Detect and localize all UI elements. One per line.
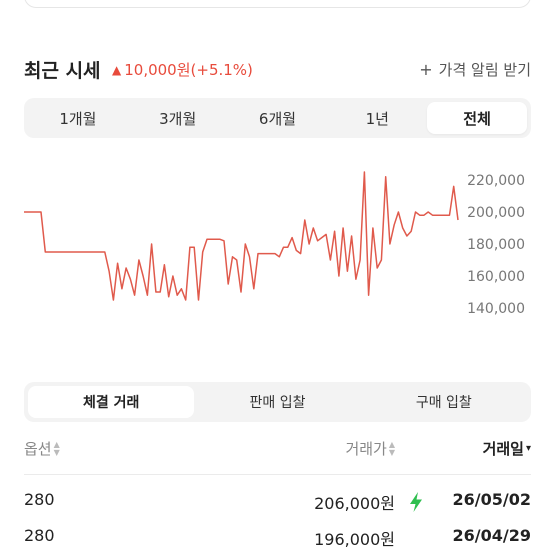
- tab-label: 체결 거래: [82, 395, 140, 411]
- trade-option: 280: [24, 490, 55, 509]
- tab-completed-trades[interactable]: 체결 거래: [28, 386, 195, 418]
- table-divider: [24, 474, 531, 475]
- tab-1-month[interactable]: 1개월: [28, 102, 128, 134]
- recent-price-title: 최근 시세: [24, 60, 101, 82]
- table-row: 280 196,000원 26/04/29: [24, 526, 531, 550]
- column-date-header[interactable]: 거래일 ▾: [483, 438, 531, 459]
- sort-icon: ▲ ▼: [53, 439, 60, 457]
- tab-sell-bids[interactable]: 판매 입찰: [194, 386, 360, 418]
- trade-option: 280: [24, 526, 55, 545]
- tab-all[interactable]: 전체: [427, 102, 527, 134]
- column-option-header[interactable]: 옵션 ▲ ▼: [24, 438, 60, 459]
- column-price-label: 거래가: [345, 440, 387, 458]
- up-triangle-icon: ▲: [112, 62, 122, 77]
- tab-label: 1년: [365, 109, 389, 128]
- column-price-header[interactable]: 거래가 ▲ ▼: [345, 438, 395, 459]
- tab-label: 6개월: [258, 109, 297, 128]
- price-chart: 220,000 200,000 180,000 160,000 140,000: [0, 160, 555, 320]
- price-chart-svg: 220,000 200,000 180,000 160,000 140,000: [24, 171, 525, 317]
- y-tick-label: 200,000: [467, 205, 525, 221]
- trade-price: 196,000원: [314, 530, 395, 549]
- price-series-line: [24, 171, 459, 301]
- tab-label: 3개월: [159, 109, 197, 128]
- trade-price: 206,000원: [314, 494, 395, 513]
- column-option-label: 옵션: [24, 440, 52, 458]
- tab-label: 1개월: [59, 109, 97, 128]
- tab-1-year[interactable]: 1년: [327, 102, 427, 134]
- y-tick-label: 140,000: [467, 301, 525, 317]
- column-date-label: 거래일: [482, 440, 524, 458]
- y-tick-label: 180,000: [467, 237, 525, 253]
- period-tabs: 1개월 3개월 6개월 1년 전체: [24, 98, 531, 138]
- sort-icon: ▲ ▼: [388, 439, 395, 457]
- trade-date: 26/05/02: [452, 490, 531, 509]
- lightning-bolt-icon: [410, 492, 422, 512]
- tab-label: 전체: [463, 109, 491, 128]
- y-tick-label: 220,000: [467, 173, 525, 189]
- tab-3-months[interactable]: 3개월: [128, 102, 228, 134]
- price-change: ▲ 10,000원(+5.1%): [112, 59, 253, 80]
- price-alert-label: 가격 알림 받기: [438, 61, 531, 79]
- tab-label: 판매 입찰: [249, 395, 306, 411]
- price-change-value: 10,000원(+5.1%): [124, 61, 253, 79]
- recent-price-header: 최근 시세 ▲ 10,000원(+5.1%) + 가격 알림 받기: [24, 54, 531, 84]
- trade-tabs: 체결 거래 판매 입찰 구매 입찰: [24, 382, 531, 422]
- price-alert-button[interactable]: + 가격 알림 받기: [419, 59, 531, 80]
- y-tick-label: 160,000: [467, 269, 525, 285]
- tab-buy-bids[interactable]: 구매 입찰: [361, 386, 527, 418]
- table-header: 옵션 ▲ ▼ 거래가 ▲ ▼ 거래일 ▾: [24, 438, 531, 464]
- plus-icon: +: [419, 60, 433, 79]
- tab-6-months[interactable]: 6개월: [228, 102, 328, 134]
- trade-date: 26/04/29: [452, 526, 531, 545]
- top-card: [24, 0, 531, 8]
- table-row: 280 206,000원 26/05/02: [24, 490, 531, 514]
- tab-label: 구매 입찰: [415, 395, 472, 411]
- sort-descending-icon: ▾: [525, 442, 531, 454]
